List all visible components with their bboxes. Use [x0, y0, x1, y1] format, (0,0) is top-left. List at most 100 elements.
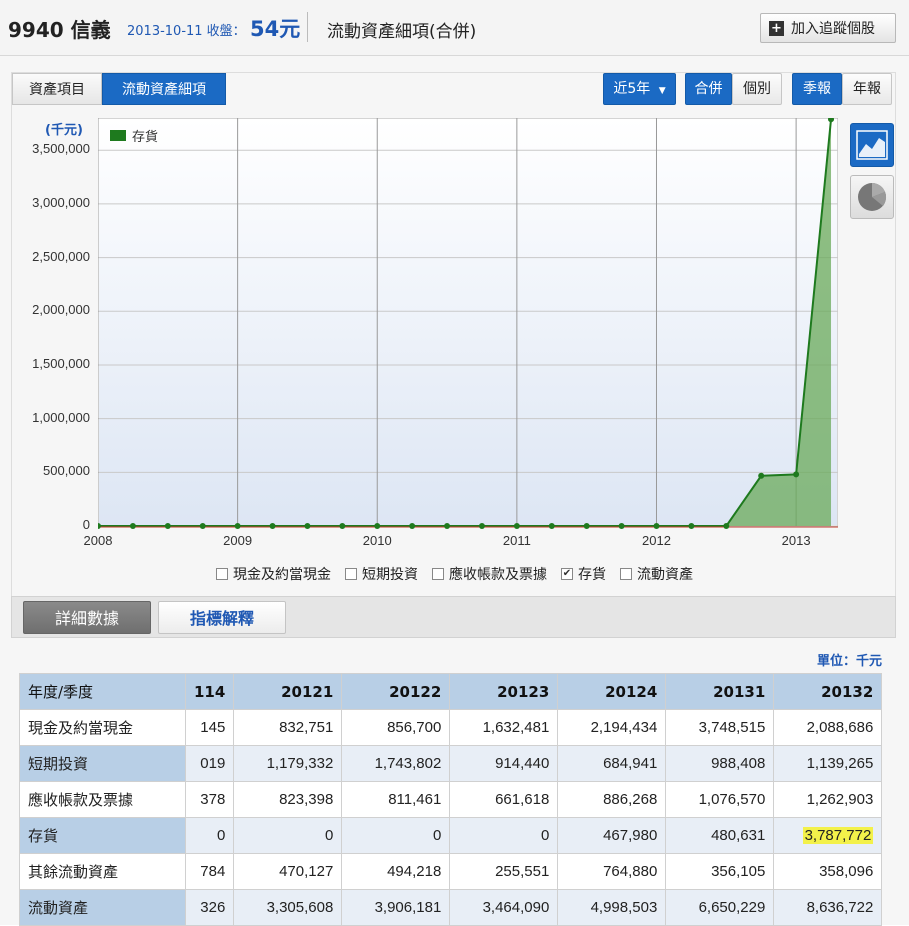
- data-point: [548, 523, 555, 529]
- table-column-header: 20123: [449, 673, 559, 710]
- row-label: 流動資產: [19, 889, 186, 926]
- table-cell: 378: [184, 781, 235, 818]
- add-watchlist-label: 加入追蹤個股: [791, 21, 875, 37]
- stock-name: 9940 信義: [8, 18, 111, 42]
- data-point: [688, 523, 695, 529]
- series-checkbox[interactable]: 短期投資: [345, 564, 418, 584]
- table-cell: 145: [184, 709, 235, 746]
- pie-chart-icon[interactable]: [850, 175, 894, 219]
- tab-current-asset-details[interactable]: 流動資產細項: [102, 73, 226, 105]
- series-checkbox-label: 存貨: [578, 567, 606, 583]
- table-cell: 661,618: [449, 781, 559, 818]
- series-checkbox-label: 流動資產: [637, 567, 693, 583]
- y-tick-label: 3,000,000: [32, 194, 90, 210]
- data-point: [409, 523, 416, 529]
- series-checkbox-label: 現金及約當現金: [233, 567, 331, 583]
- table-cell: 494,218: [341, 853, 451, 890]
- table-cell: 4,998,503: [557, 889, 667, 926]
- table-cell: 684,941: [557, 745, 667, 782]
- table-cell: 0: [233, 817, 343, 854]
- table-row: 現金及約當現金 145 832,751 856,700 1,632,481 2,194,4…: [19, 709, 883, 746]
- series-checkbox[interactable]: 流動資產: [620, 564, 693, 584]
- series-checkbox[interactable]: 應收帳款及票據: [432, 564, 547, 584]
- table-unit-label: 單位：千元: [816, 654, 882, 669]
- table-cell: 3,305,608: [233, 889, 343, 926]
- data-point: [513, 523, 520, 529]
- checkbox-checked-icon[interactable]: ✔: [561, 568, 573, 580]
- quarterly-button[interactable]: 季報: [792, 73, 842, 105]
- data-point: [339, 523, 346, 529]
- tab-asset-items[interactable]: 資產項目: [12, 73, 102, 105]
- series-checkbox[interactable]: ✔ 存貨: [561, 564, 606, 584]
- data-point: [234, 523, 241, 529]
- table-column-header: 20121: [233, 673, 343, 710]
- x-tick-label: 2009: [223, 533, 253, 548]
- table-cell: 1,179,332: [233, 745, 343, 782]
- checkbox-icon[interactable]: [345, 568, 357, 580]
- table-column-header: 20131: [665, 673, 775, 710]
- table-row: 短期投資 019 1,179,332 1,743,802 914,440 684,941 9…: [19, 745, 883, 782]
- annual-button[interactable]: 年報: [842, 73, 892, 105]
- area-chart-icon[interactable]: [850, 123, 894, 167]
- data-point: [723, 523, 730, 529]
- tab-explain[interactable]: 指標解釋: [158, 601, 286, 634]
- close-price: 54元: [250, 17, 301, 41]
- table-cell: 0: [184, 817, 235, 854]
- add-watchlist-button[interactable]: + 加入追蹤個股: [760, 13, 896, 43]
- data-point: [269, 523, 276, 529]
- close-date-label: 2013-10-11 收盤：: [127, 24, 246, 39]
- y-tick-label: 500,000: [43, 463, 90, 479]
- data-point: [583, 523, 590, 529]
- y-axis-unit: (千元): [45, 123, 83, 138]
- table-cell: 764,880: [557, 853, 667, 890]
- x-tick-label: 2012: [642, 533, 671, 548]
- y-tick-label: 3,500,000: [32, 141, 90, 157]
- period-select[interactable]: 近5年 ▼: [603, 73, 676, 105]
- data-point: [374, 523, 381, 529]
- main-area: 資產項目 流動資產細項 近5年 ▼ 合併 個別 季報 年報 (千元) 存貨 3,…: [0, 56, 909, 926]
- checkbox-icon[interactable]: [216, 568, 228, 580]
- series-checkbox-label: 短期投資: [362, 567, 418, 583]
- data-point: [164, 523, 171, 529]
- table-column-header: 20132: [773, 673, 883, 710]
- row-label: 其餘流動資產: [19, 853, 186, 890]
- table-cell: 784: [184, 853, 235, 890]
- series-checkbox[interactable]: 現金及約當現金: [216, 564, 331, 584]
- table-cell: 2,088,686: [773, 709, 883, 746]
- data-table: 年度/季度 114 20121 20122 20123 20124 20131 20132 …: [19, 673, 883, 926]
- period-label: 近5年: [613, 81, 651, 97]
- row-label: 短期投資: [19, 745, 186, 782]
- checkbox-icon[interactable]: [432, 568, 444, 580]
- x-tick-label: 2008: [83, 533, 113, 548]
- table-row: 流動資產 326 3,305,608 3,906,181 3,464,090 4,998,…: [19, 889, 883, 926]
- header-bar: 9940 信義 2013-10-11 收盤： 54元 流動資產細項(合併) + …: [0, 0, 909, 56]
- table-cell: 914,440: [449, 745, 559, 782]
- consolidated-button[interactable]: 合併: [685, 73, 732, 105]
- plus-icon: +: [769, 20, 784, 36]
- x-tick-label: 2011: [502, 533, 531, 548]
- tab-details[interactable]: 詳細數據: [23, 601, 151, 634]
- table-cell: 2,194,434: [557, 709, 667, 746]
- table-cell: 467,980: [557, 817, 667, 854]
- checkbox-icon[interactable]: [620, 568, 632, 580]
- table-cell: 856,700: [341, 709, 451, 746]
- detail-tabs: 詳細數據 指標解釋: [11, 596, 896, 638]
- table-column-header: 114: [184, 673, 235, 710]
- individual-button[interactable]: 個別: [732, 73, 782, 105]
- table-cell: 988,408: [665, 745, 775, 782]
- header-period-label: 年度/季度: [19, 673, 186, 710]
- data-point: [653, 523, 660, 529]
- table-row: 應收帳款及票據 378 823,398 811,461 661,618 886,268 1,…: [19, 781, 883, 818]
- table-cell: 1,139,265: [773, 745, 883, 782]
- table-cell: 356,105: [665, 853, 775, 890]
- table-cell: 1,262,903: [773, 781, 883, 818]
- x-tick-label: 2010: [362, 533, 392, 548]
- table-cell: 886,268: [557, 781, 667, 818]
- table-column-header: 20122: [341, 673, 451, 710]
- highlighted-value: 3,787,772: [802, 827, 874, 844]
- table-cell: 3,748,515: [665, 709, 775, 746]
- data-point: [618, 523, 625, 529]
- table-row: 其餘流動資產 784 470,127 494,218 255,551 764,880 356…: [19, 853, 883, 890]
- table-cell: 1,076,570: [665, 781, 775, 818]
- y-tick-label: 0: [82, 517, 90, 532]
